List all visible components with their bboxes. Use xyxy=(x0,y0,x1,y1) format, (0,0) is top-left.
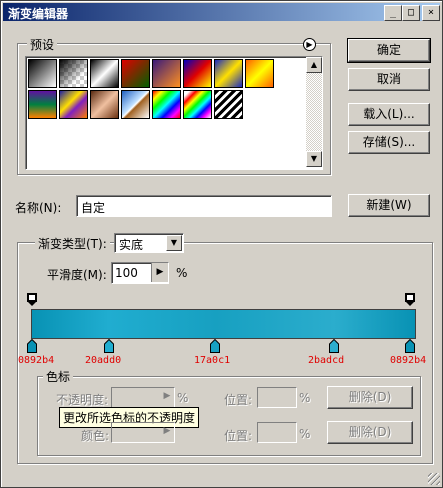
opacity-position-label: 位置: xyxy=(224,393,253,407)
color-label: 颜色: xyxy=(81,429,110,443)
opacity-stop-right-icon[interactable] xyxy=(405,293,415,307)
stops-section-label: 色标 xyxy=(43,368,74,385)
smoothness-value: 100 xyxy=(115,266,138,280)
preset-transparent-rainbow[interactable] xyxy=(183,90,212,119)
title-bar[interactable]: 渐变编辑器 _ □ × xyxy=(3,3,440,21)
preset-copper[interactable] xyxy=(90,90,119,119)
window-title: 渐变编辑器 xyxy=(8,7,69,21)
cancel-button[interactable]: 取消 xyxy=(348,68,430,91)
preset-spectrum[interactable] xyxy=(152,90,181,119)
scroll-down-arrow-icon[interactable]: ▼ xyxy=(306,151,322,167)
color-stop-4-label: 2badcd xyxy=(308,355,345,366)
preset-black-white-black[interactable] xyxy=(90,59,119,88)
preset-transparent-stripes[interactable] xyxy=(214,90,243,119)
opacity-arrow-icon[interactable]: ▶ xyxy=(160,388,174,405)
preset-chrome[interactable] xyxy=(121,90,150,119)
delete-opacity-stop-button[interactable]: 删除(D) xyxy=(327,386,413,409)
opacity-stop-left-icon[interactable] xyxy=(27,293,37,307)
minimize-button[interactable]: _ xyxy=(384,5,402,21)
maximize-button[interactable]: □ xyxy=(402,5,420,21)
color-stop-3-label: 17a0c1 xyxy=(194,355,231,366)
preset-black-to-white[interactable] xyxy=(28,59,57,88)
opacity-label: 不透明度: xyxy=(56,393,109,407)
preset-violet-green-orange[interactable] xyxy=(28,90,57,119)
preset-red-green[interactable] xyxy=(121,59,150,88)
color-position-field[interactable] xyxy=(257,422,297,443)
smoothness-field[interactable]: 100 ▶ xyxy=(111,262,169,284)
gradient-bar[interactable] xyxy=(31,309,416,339)
gradient-type-select[interactable]: 实底 ▼ xyxy=(114,233,184,253)
preset-blue-yellow-blue[interactable] xyxy=(214,59,243,88)
color-stop-5-icon[interactable] xyxy=(405,339,415,353)
color-stop-1-label: 0892b4 xyxy=(18,355,55,366)
save-button[interactable]: 存储(S)... xyxy=(348,131,430,154)
opacity-field[interactable]: ▶ xyxy=(111,387,175,408)
color-swatch-field[interactable]: ▶ xyxy=(111,422,175,443)
close-button[interactable]: × xyxy=(422,5,440,21)
smoothness-arrow-icon[interactable]: ▶ xyxy=(151,263,168,282)
presets-menu-arrow-icon[interactable]: ▶ xyxy=(303,38,316,51)
ok-button[interactable]: 确定 xyxy=(347,38,431,63)
delete-color-stop-button[interactable]: 删除(D) xyxy=(327,421,413,444)
name-value: 自定 xyxy=(81,201,106,215)
preset-black-to-transparent[interactable] xyxy=(59,59,88,88)
preset-orange-yellow-orange[interactable] xyxy=(245,59,274,88)
new-button[interactable]: 新建(W) xyxy=(348,194,430,217)
gradient-type-label: 渐变类型(T): xyxy=(35,235,110,252)
color-stop-5-label: 0892b4 xyxy=(390,355,427,366)
preset-blue-red-yellow[interactable] xyxy=(183,59,212,88)
name-field[interactable]: 自定 xyxy=(76,195,332,217)
opacity-unit: % xyxy=(177,391,189,405)
scroll-up-arrow-icon[interactable]: ▲ xyxy=(306,57,322,73)
smoothness-label: 平滑度(M): xyxy=(47,268,107,282)
gradient-editor-window: 渐变编辑器 _ □ × 预设 ▶ ▲ ▼ 确定 取消 载入(L)... 存储(S… xyxy=(0,0,443,488)
color-stop-4-icon[interactable] xyxy=(329,339,339,353)
dropdown-arrow-icon[interactable]: ▼ xyxy=(166,235,182,251)
presets-panel: ▲ ▼ xyxy=(25,56,323,170)
preset-violet-orange[interactable] xyxy=(152,59,181,88)
load-button[interactable]: 载入(L)... xyxy=(348,103,430,126)
gradient-type-value: 实底 xyxy=(119,238,144,252)
color-stop-2-icon[interactable] xyxy=(104,339,114,353)
color-stop-1-icon[interactable] xyxy=(27,339,37,353)
preset-yellow-violet-orange-blue[interactable] xyxy=(59,90,88,119)
color-position-label: 位置: xyxy=(224,429,253,443)
color-position-unit: % xyxy=(299,427,311,441)
resize-grip-icon[interactable] xyxy=(428,473,440,485)
smoothness-unit: % xyxy=(176,266,188,280)
color-arrow-icon[interactable]: ▶ xyxy=(160,423,174,440)
presets-scrollbar[interactable]: ▲ ▼ xyxy=(306,57,322,167)
color-stop-2-label: 20add0 xyxy=(85,355,122,366)
color-stop-3-icon[interactable] xyxy=(210,339,220,353)
opacity-position-unit: % xyxy=(299,391,311,405)
opacity-position-field[interactable] xyxy=(257,387,297,408)
presets-label: 预设 xyxy=(27,36,58,53)
name-label: 名称(N): xyxy=(15,201,62,215)
